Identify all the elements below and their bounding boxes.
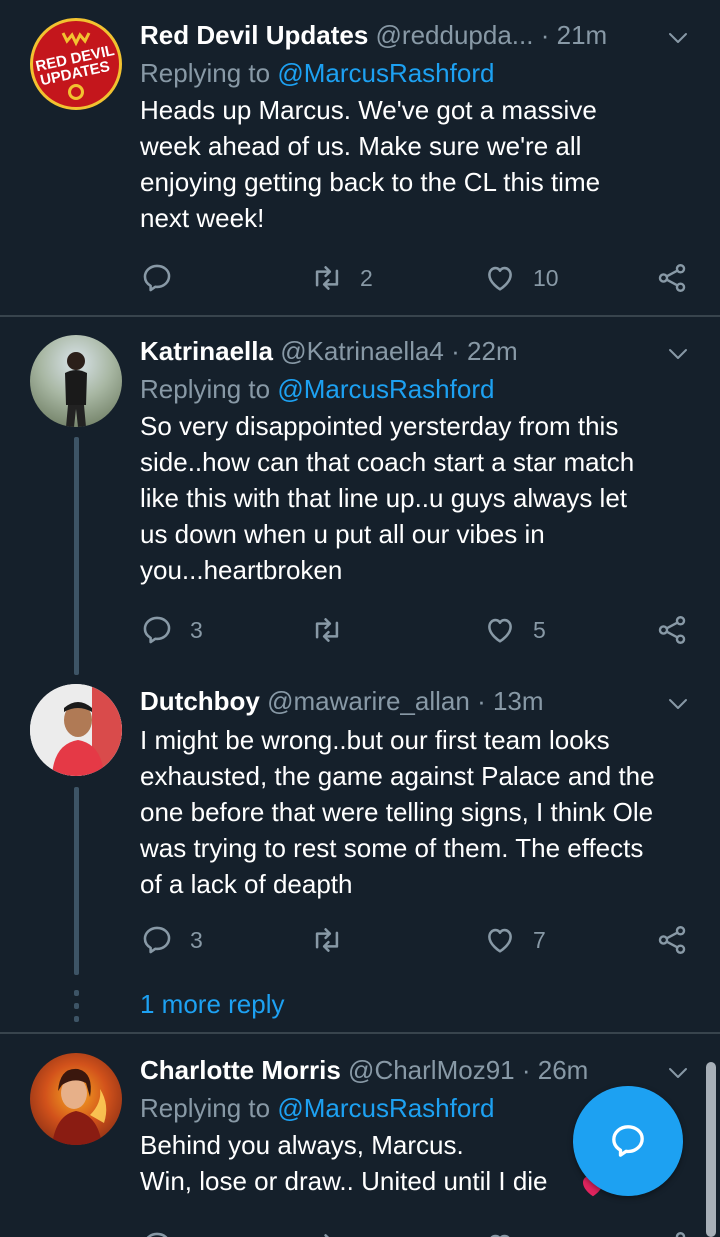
like-icon xyxy=(483,613,517,647)
timestamp: 26m xyxy=(537,1055,589,1085)
retweet-icon xyxy=(310,1229,344,1237)
display-name[interactable]: Dutchboy xyxy=(140,686,260,716)
replying-prefix: Replying to xyxy=(140,1093,278,1123)
retweet-icon xyxy=(310,613,344,647)
tweet-header: Dutchboy @mawarire_allan · 13m xyxy=(140,686,700,716)
reply-count: 3 xyxy=(190,616,203,643)
reply-icon xyxy=(140,613,174,647)
timestamp: 13m xyxy=(492,686,544,716)
person-photo-icon xyxy=(65,352,87,427)
reply-button[interactable]: 3 xyxy=(140,610,203,650)
tweet-actions xyxy=(140,1222,690,1237)
like-count: 10 xyxy=(533,264,559,291)
person-photo-icon xyxy=(30,684,122,776)
reply-icon xyxy=(140,261,174,295)
like-icon xyxy=(483,1229,517,1237)
chevron-down-icon[interactable] xyxy=(666,692,690,716)
timestamp: 21m xyxy=(556,20,608,50)
tweet-header: Charlotte Morris @CharlMoz91 · 26m xyxy=(140,1055,700,1085)
tweet-text: I might be wrong..but our first team loo… xyxy=(140,725,655,899)
reply-icon xyxy=(140,923,174,957)
share-button[interactable] xyxy=(655,258,689,298)
thread-connector xyxy=(74,787,79,975)
retweet-button[interactable] xyxy=(310,920,360,960)
like-button[interactable] xyxy=(483,1226,517,1237)
scrollbar[interactable] xyxy=(706,1062,716,1237)
share-icon xyxy=(655,923,689,957)
tweet-actions: 3 5 xyxy=(140,610,690,650)
handle[interactable]: @reddupda... xyxy=(376,20,534,50)
replying-to: Replying to @MarcusRashford xyxy=(140,372,700,406)
red-devil-logo-icon: RED DEVIL UPDATES xyxy=(34,32,116,100)
divider xyxy=(0,315,720,317)
handle[interactable]: @CharlMoz91 xyxy=(348,1055,515,1085)
handle[interactable]: @mawarire_allan xyxy=(267,686,470,716)
share-button[interactable] xyxy=(655,1226,689,1237)
more-replies-link[interactable]: 1 more reply xyxy=(140,989,285,1020)
replying-prefix: Replying to xyxy=(140,58,278,88)
thread-more-dots xyxy=(74,990,79,1029)
display-name[interactable]: Red Devil Updates xyxy=(140,20,368,50)
display-name[interactable]: Charlotte Morris xyxy=(140,1055,341,1085)
like-count: 5 xyxy=(533,616,546,643)
chevron-down-icon[interactable] xyxy=(666,342,690,366)
retweet-count: 2 xyxy=(360,264,373,291)
divider xyxy=(0,1032,720,1034)
tweet-header: Katrinaella @Katrinaella4 · 22m xyxy=(140,336,700,366)
share-button[interactable] xyxy=(655,610,689,650)
separator: · xyxy=(451,336,460,366)
retweet-icon xyxy=(310,261,344,295)
compose-reply-icon xyxy=(612,1125,644,1157)
handle[interactable]: @Katrinaella4 xyxy=(280,336,444,366)
mention-link[interactable]: @MarcusRashford xyxy=(277,58,494,88)
reply-button[interactable] xyxy=(140,258,190,298)
reply-button[interactable] xyxy=(140,1226,174,1237)
mention-link[interactable]: @MarcusRashford xyxy=(277,1093,494,1123)
avatar[interactable] xyxy=(30,684,122,776)
reply-count: 3 xyxy=(190,926,203,953)
reply-button[interactable]: 3 xyxy=(140,920,203,960)
chevron-down-icon[interactable] xyxy=(666,26,690,50)
chevron-down-icon[interactable] xyxy=(666,1061,690,1085)
like-button[interactable]: 5 xyxy=(483,610,546,650)
display-name[interactable]: Katrinaella xyxy=(140,336,273,366)
tweet-actions: 2 10 xyxy=(140,258,690,298)
like-button[interactable]: 10 xyxy=(483,258,559,298)
like-icon xyxy=(483,923,517,957)
timestamp: 22m xyxy=(467,336,518,366)
share-icon xyxy=(655,613,689,647)
compose-reply-button[interactable] xyxy=(573,1086,683,1196)
tweet-text: Heads up Marcus. We've got a massive wee… xyxy=(140,95,601,233)
like-icon xyxy=(483,261,517,295)
mention-link[interactable]: @MarcusRashford xyxy=(277,374,494,404)
separator: · xyxy=(477,686,486,716)
thread-connector xyxy=(74,437,79,675)
avatar[interactable]: RED DEVIL UPDATES xyxy=(30,18,122,110)
share-icon xyxy=(655,1229,689,1237)
retweet-icon xyxy=(310,923,344,957)
tweet-actions: 3 7 xyxy=(140,920,690,960)
like-count: 7 xyxy=(533,926,546,953)
avatar[interactable] xyxy=(30,1053,122,1145)
avatar[interactable] xyxy=(30,335,122,427)
replying-prefix: Replying to xyxy=(140,374,278,404)
replying-to: Replying to @MarcusRashford xyxy=(140,56,700,90)
retweet-button[interactable]: 2 xyxy=(310,258,373,298)
share-icon xyxy=(655,261,689,295)
tweet-header: Red Devil Updates @reddupda... · 21m xyxy=(140,20,700,50)
person-photo-icon xyxy=(52,1068,107,1145)
separator: · xyxy=(521,1055,531,1085)
reply-icon xyxy=(140,1229,174,1237)
separator: · xyxy=(540,20,550,50)
retweet-button[interactable] xyxy=(310,1226,344,1237)
tweet-text: So very disappointed yersterday from thi… xyxy=(140,411,635,585)
retweet-button[interactable] xyxy=(310,610,360,650)
like-button[interactable]: 7 xyxy=(483,920,546,960)
share-button[interactable] xyxy=(655,920,689,960)
